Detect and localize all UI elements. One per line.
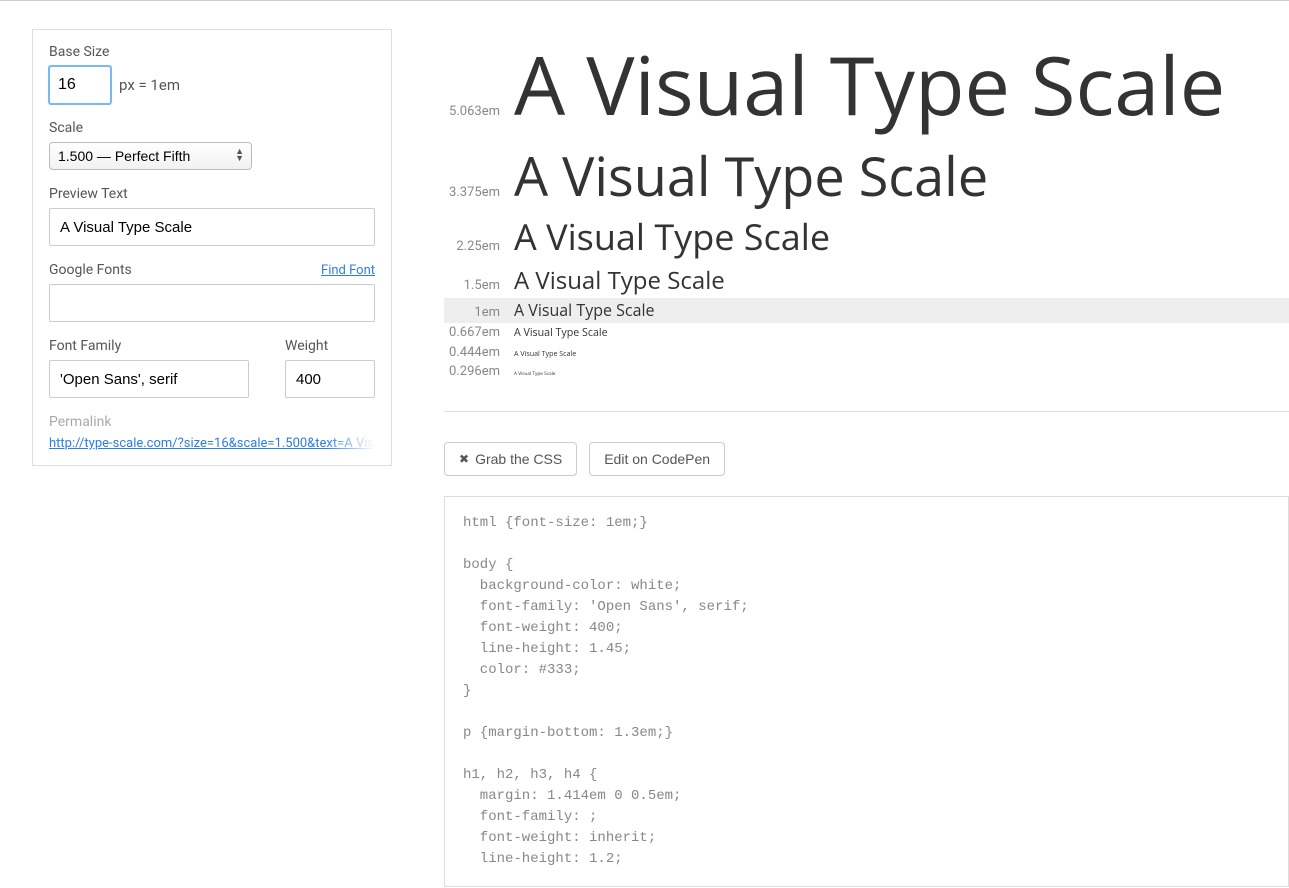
grab-css-label: Grab the CSS — [475, 451, 562, 467]
scale-sample: A Visual Type Scale — [514, 31, 1225, 136]
preview-area: 5.063em A Visual Type Scale 3.375em A Visua… — [392, 29, 1289, 887]
scale-row: 1em A Visual Type Scale — [444, 298, 1289, 323]
scale-sample: A Visual Type Scale — [514, 300, 654, 321]
weight-input[interactable] — [285, 360, 375, 398]
preview-text-label: Preview Text — [49, 186, 375, 202]
font-family-label: Font Family — [49, 338, 249, 354]
weight-group: Weight — [285, 338, 375, 398]
scale-row: 0.444em A Visual Type Scale — [444, 343, 1289, 362]
em-label: 5.063em — [444, 104, 500, 119]
scale-sample: A Visual Type Scale — [514, 327, 608, 341]
base-size-input[interactable] — [49, 66, 111, 104]
scale-sample: A Visual Type Scale — [514, 214, 830, 261]
controls-panel: Base Size px = 1em Scale 1.500 — Perfect… — [32, 29, 392, 466]
find-font-link[interactable]: Find Font — [321, 263, 375, 278]
base-size-label: Base Size — [49, 44, 375, 60]
scale-row: 1.5em A Visual Type Scale — [444, 263, 1289, 298]
google-fonts-input[interactable] — [49, 284, 375, 322]
em-label: 3.375em — [444, 185, 500, 200]
em-label: 1em — [444, 305, 500, 320]
font-family-group: Font Family — [49, 338, 249, 398]
em-label: 0.444em — [444, 345, 500, 360]
em-label: 1.5em — [444, 278, 500, 293]
preview-text-group: Preview Text — [49, 186, 375, 246]
scale-select[interactable]: 1.500 — Perfect Fifth — [49, 142, 252, 170]
css-output[interactable]: html {font-size: 1em;} body { background… — [444, 496, 1289, 887]
base-size-unit: px = 1em — [119, 76, 180, 94]
scale-row: 3.375em A Visual Type Scale — [444, 138, 1289, 212]
scale-sample: A Visual Type Scale — [514, 371, 555, 377]
preview-text-input[interactable] — [49, 208, 375, 246]
permalink-group: Permalink http://type-scale.com/?size=16… — [49, 414, 375, 451]
scale-row: 0.296em A Visual Type Scale — [444, 362, 1289, 381]
permalink-link[interactable]: http://type-scale.com/?size=16&scale=1.5… — [49, 436, 375, 451]
em-label: 0.667em — [444, 325, 500, 340]
grab-css-button[interactable]: ✖ Grab the CSS — [444, 442, 577, 476]
scale-group: Scale 1.500 — Perfect Fifth ▲▼ — [49, 120, 375, 170]
em-label: 0.296em — [444, 364, 500, 379]
scale-sample: A Visual Type Scale — [514, 350, 576, 359]
scale-row: 2.25em A Visual Type Scale — [444, 212, 1289, 263]
scale-row: 0.667em A Visual Type Scale — [444, 323, 1289, 343]
scale-sample: A Visual Type Scale — [514, 265, 725, 296]
weight-label: Weight — [285, 338, 375, 354]
google-fonts-group: Google Fonts Find Font — [49, 262, 375, 322]
divider — [444, 411, 1289, 412]
edit-codepen-label: Edit on CodePen — [604, 451, 710, 467]
edit-codepen-button[interactable]: Edit on CodePen — [589, 442, 725, 476]
scale-sample: A Visual Type Scale — [514, 140, 988, 210]
base-size-group: Base Size px = 1em — [49, 44, 375, 104]
permalink-label: Permalink — [49, 414, 375, 430]
google-fonts-label: Google Fonts — [49, 262, 132, 278]
close-icon: ✖ — [459, 453, 469, 465]
scale-row: 5.063em A Visual Type Scale — [444, 29, 1289, 138]
font-family-input[interactable] — [49, 360, 249, 398]
scale-label: Scale — [49, 120, 375, 136]
em-label: 2.25em — [444, 239, 500, 254]
